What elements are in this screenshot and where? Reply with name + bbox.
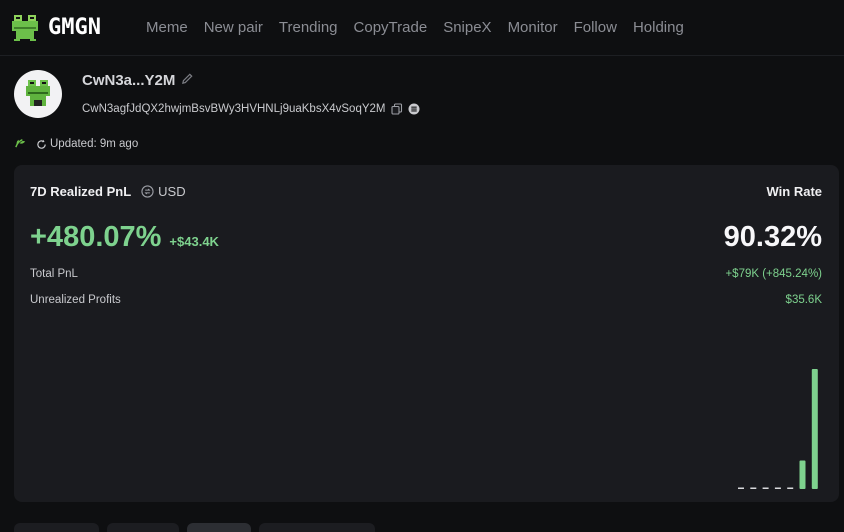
nav-items: Meme New pair Trending CopyTrade SnipeX … (146, 19, 700, 36)
chart-bar-zero (774, 487, 781, 489)
edit-icon[interactable] (181, 72, 194, 89)
chart-bar (811, 369, 818, 489)
refresh-icon[interactable] (36, 139, 47, 150)
currency-switch-icon[interactable] (141, 185, 154, 198)
unrealized-label: Unrealized Profits (30, 294, 121, 306)
bottom-tab-3[interactable] (187, 523, 251, 532)
chart-bar-zero (738, 487, 744, 489)
total-pnl-label: Total PnL (30, 268, 78, 280)
pnl-usd: +$43.4K (169, 234, 219, 249)
pnl-percent: +480.07% (30, 221, 162, 253)
updated-row: Updated: 9m ago (14, 136, 138, 152)
unrealized-value: $35.6K (785, 294, 822, 306)
wallet-name: CwN3a...Y2M (82, 72, 194, 89)
bottom-tab-4[interactable] (259, 523, 375, 532)
solscan-icon[interactable] (408, 103, 420, 115)
pnl-title-text: 7D Realized PnL (30, 184, 132, 199)
pnl-title: 7D Realized PnL USD (30, 184, 186, 199)
pnl-card: 7D Realized PnL USD Win Rate +480.07% +$… (14, 165, 839, 502)
avatar (14, 70, 62, 118)
logo-text: GMGN (48, 15, 101, 40)
win-rate-label: Win Rate (766, 184, 823, 199)
nav-item-monitor[interactable]: Monitor (508, 19, 558, 36)
nav-item-meme[interactable]: Meme (146, 19, 188, 36)
chart-bar-zero (787, 487, 794, 489)
sprout-icon (14, 136, 27, 152)
nav-item-new-pair[interactable]: New pair (204, 19, 263, 36)
pnl-bar-chart (738, 369, 818, 489)
nav-item-trending[interactable]: Trending (279, 19, 338, 36)
top-nav: GMGN Meme New pair Trending CopyTrade Sn… (0, 0, 844, 56)
copy-icon[interactable] (390, 103, 403, 115)
nav-item-snipex[interactable]: SnipeX (443, 19, 491, 36)
wallet-name-text: CwN3a...Y2M (82, 72, 176, 89)
currency-label[interactable]: USD (158, 184, 185, 199)
logo[interactable]: GMGN (10, 13, 140, 43)
nav-item-copytrade[interactable]: CopyTrade (354, 19, 428, 36)
bottom-tab-1[interactable] (14, 523, 99, 532)
chart-bar (799, 460, 806, 489)
chart-bar-zero (750, 487, 757, 489)
frog-avatar-icon (26, 80, 50, 106)
updated-text: Updated: 9m ago (50, 138, 139, 150)
bottom-tab-2[interactable] (107, 523, 179, 532)
win-rate-value: 90.32% (723, 221, 822, 253)
frog-logo-icon (12, 14, 38, 41)
chart-bar-zero (762, 487, 769, 489)
nav-item-follow[interactable]: Follow (574, 19, 617, 36)
total-pnl-value: +$79K (+845.24%) (725, 268, 822, 280)
wallet-address-text: CwN3agfJdQX2hwjmBsvBWy3HVHNLj9uaKbsX4vSo… (82, 103, 386, 115)
pnl-summary: +480.07% +$43.4K (30, 221, 219, 254)
wallet-address: CwN3agfJdQX2hwjmBsvBWy3HVHNLj9uaKbsX4vSo… (82, 103, 420, 115)
nav-item-holding[interactable]: Holding (633, 19, 684, 36)
